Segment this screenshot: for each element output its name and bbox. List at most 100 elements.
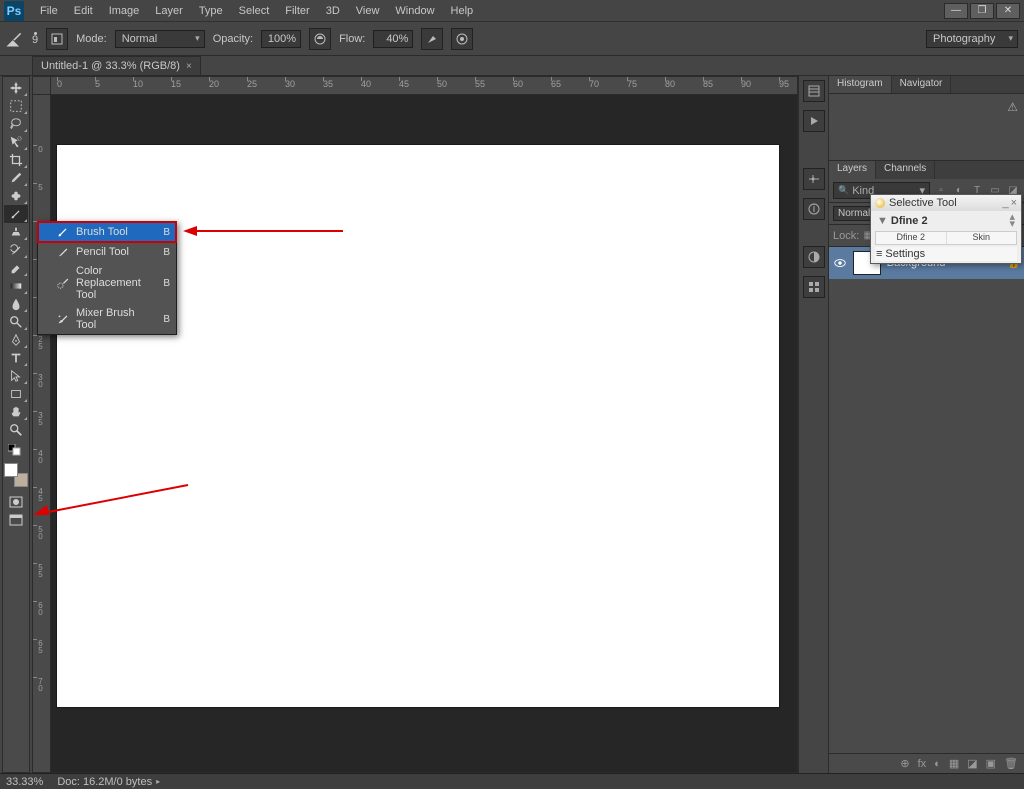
options-bar: 9 Mode: Normal Opacity: 100% Flow: 40% P…	[0, 22, 1024, 56]
collapsed-panel-adjustments-icon[interactable]	[803, 246, 825, 268]
layer-list[interactable]: Background 🔒	[829, 247, 1024, 753]
screen-mode-icon[interactable]	[6, 513, 26, 527]
size-pressure-icon[interactable]	[451, 28, 473, 50]
collapsed-panel-properties-icon[interactable]	[803, 168, 825, 190]
menu-image[interactable]: Image	[101, 2, 148, 20]
flyout-item-mixer-brush[interactable]: Mixer Brush Tool B	[38, 304, 176, 334]
ruler-origin[interactable]	[33, 77, 51, 95]
close-button[interactable]: ✕	[996, 3, 1020, 19]
type-tool-icon[interactable]	[4, 349, 28, 367]
panel-close-icon[interactable]: ×	[1011, 197, 1017, 209]
layer-visibility-icon[interactable]	[833, 256, 847, 270]
rectangle-tool-icon[interactable]	[4, 385, 28, 403]
selective-settings-row[interactable]: ≡ Settings	[875, 247, 1017, 261]
minimize-button[interactable]: —	[944, 3, 968, 19]
tab-navigator[interactable]: Navigator	[892, 76, 952, 93]
menu-view[interactable]: View	[348, 2, 388, 20]
tab-histogram[interactable]: Histogram	[829, 76, 892, 93]
document-tab-bar: Untitled-1 @ 33.3% (RGB/8) ×	[0, 56, 1024, 76]
pen-tool-icon[interactable]	[4, 331, 28, 349]
blend-mode-select[interactable]: Normal	[115, 30, 205, 48]
brush-tool-icon[interactable]	[4, 205, 28, 223]
new-adjustment-icon[interactable]: ▦	[949, 757, 959, 770]
selective-section-row[interactable]: ▼ Dfine 2 ▴▾	[875, 213, 1017, 229]
horizontal-ruler[interactable]: 05101520253035404550556065707580859095	[51, 77, 797, 95]
selective-sub-row[interactable]: Dfine 2 Skin	[875, 231, 1017, 245]
menu-select[interactable]: Select	[231, 2, 278, 20]
menu-window[interactable]: Window	[387, 2, 442, 20]
menu-layer[interactable]: Layer	[147, 2, 191, 20]
color-swatches[interactable]	[4, 463, 28, 487]
default-colors-icon[interactable]	[6, 443, 26, 457]
selective-tool-titlebar[interactable]: Selective Tool _×	[871, 195, 1021, 211]
panel-minimize-icon[interactable]: _	[1002, 197, 1008, 209]
hand-tool-icon[interactable]	[4, 403, 28, 421]
menu-type[interactable]: Type	[191, 2, 231, 20]
disclosure-triangle-icon[interactable]: ▼	[877, 215, 888, 227]
menu-file[interactable]: File	[32, 2, 66, 20]
lasso-tool-icon[interactable]	[4, 115, 28, 133]
zoom-tool-icon[interactable]	[4, 421, 28, 439]
pencil-icon	[56, 245, 70, 259]
vertical-ruler[interactable]: 0510152025303540455055606570	[33, 95, 51, 772]
dodge-tool-icon[interactable]	[4, 313, 28, 331]
document-tab-close-icon[interactable]: ×	[186, 61, 192, 72]
status-zoom[interactable]: 33.33%	[6, 776, 43, 788]
flyout-item-brush[interactable]: Brush Tool B	[38, 222, 176, 242]
menu-3d[interactable]: 3D	[318, 2, 348, 20]
foreground-color-swatch[interactable]	[4, 463, 18, 477]
new-layer-icon[interactable]: ▣	[986, 757, 996, 770]
opacity-input[interactable]: 100%	[261, 30, 301, 48]
path-select-tool-icon[interactable]	[4, 367, 28, 385]
restore-button[interactable]: ❐	[970, 3, 994, 19]
flow-label: Flow:	[339, 33, 365, 45]
flow-input[interactable]: 40%	[373, 30, 413, 48]
document-tab[interactable]: Untitled-1 @ 33.3% (RGB/8) ×	[32, 56, 201, 75]
brush-size-picker[interactable]: 9	[32, 32, 38, 46]
blur-tool-icon[interactable]	[4, 295, 28, 313]
history-brush-tool-icon[interactable]	[4, 241, 28, 259]
marquee-tool-icon[interactable]	[4, 97, 28, 115]
selective-tool-title: Selective Tool	[889, 197, 957, 209]
crop-tool-icon[interactable]	[4, 151, 28, 169]
menu-edit[interactable]: Edit	[66, 2, 101, 20]
delete-layer-icon[interactable]: 🗑	[1004, 757, 1018, 770]
flyout-item-color-replacement[interactable]: Color Replacement Tool B	[38, 262, 176, 304]
gradient-tool-icon[interactable]	[4, 277, 28, 295]
flyout-item-pencil[interactable]: Pencil Tool B	[38, 242, 176, 262]
window-controls: — ❐ ✕	[944, 3, 1020, 19]
histogram-warning-icon[interactable]: ⚠	[1007, 100, 1018, 114]
menu-filter[interactable]: Filter	[277, 2, 317, 20]
workspace-select[interactable]: Photography	[926, 30, 1018, 48]
collapsed-panel-info-icon[interactable]: i	[803, 198, 825, 220]
eyedropper-tool-icon[interactable]	[4, 169, 28, 187]
settings-menu-icon[interactable]: ≡	[876, 248, 882, 260]
selective-sub-1[interactable]: Dfine 2	[876, 232, 947, 244]
healing-brush-tool-icon[interactable]	[4, 187, 28, 205]
quick-select-tool-icon[interactable]	[4, 133, 28, 151]
tab-channels[interactable]: Channels	[876, 161, 935, 179]
collapsed-panel-history-icon[interactable]	[803, 80, 825, 102]
menu-help[interactable]: Help	[443, 2, 482, 20]
layer-fx-icon[interactable]: fx	[918, 758, 927, 770]
tool-preset-icon[interactable]	[6, 30, 24, 48]
selective-sub-2[interactable]: Skin	[947, 232, 1017, 244]
clone-stamp-tool-icon[interactable]	[4, 223, 28, 241]
airbrush-icon[interactable]	[421, 28, 443, 50]
quick-mask-icon[interactable]	[6, 495, 26, 509]
eraser-tool-icon[interactable]	[4, 259, 28, 277]
move-tool-icon[interactable]	[4, 79, 28, 97]
selective-tool-panel[interactable]: Selective Tool _× ▼ Dfine 2 ▴▾ Dfine 2 S…	[870, 194, 1022, 264]
layer-mask-icon[interactable]: ◐	[934, 758, 941, 770]
opacity-pressure-icon[interactable]	[309, 28, 331, 50]
new-group-icon[interactable]: ◪	[967, 757, 977, 770]
layers-panel-tabs: Layers Channels	[829, 161, 1024, 179]
collapsed-panel-actions-icon[interactable]	[803, 110, 825, 132]
flyout-item-label: Mixer Brush Tool	[76, 307, 157, 331]
brush-panel-toggle-icon[interactable]	[46, 28, 68, 50]
link-layers-icon[interactable]: ⊕	[900, 757, 909, 770]
mixer-brush-icon	[56, 312, 70, 326]
collapsed-panel-styles-icon[interactable]	[803, 276, 825, 298]
tab-layers[interactable]: Layers	[829, 161, 876, 179]
status-doc-info[interactable]: Doc: 16.2M/0 bytes▸	[57, 776, 160, 788]
